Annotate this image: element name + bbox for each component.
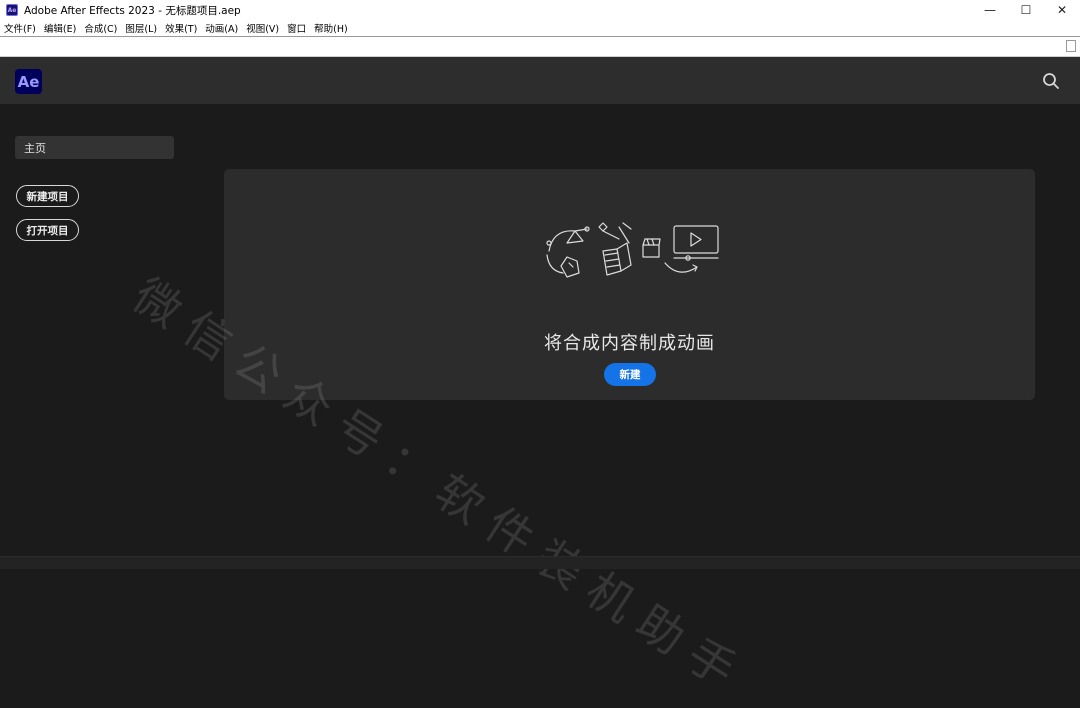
ae-logo: Ae: [15, 69, 42, 94]
close-button[interactable]: ✕: [1044, 0, 1080, 20]
start-panel: 将合成内容制成动画 新建: [224, 169, 1035, 400]
minimize-button[interactable]: —: [972, 0, 1008, 20]
open-project-button[interactable]: 打开项目: [16, 219, 79, 241]
menu-layer[interactable]: 图层(L): [125, 21, 157, 35]
menu-help[interactable]: 帮助(H): [314, 21, 348, 35]
toolbar-strip: [0, 37, 1080, 57]
window-title: Adobe After Effects 2023 - 无标题项目.aep: [24, 4, 241, 17]
menu-bar: 文件(F) 编辑(E) 合成(C) 图层(L) 效果(T) 动画(A) 视图(V…: [0, 20, 1080, 36]
menu-file[interactable]: 文件(F): [4, 21, 36, 35]
panel-heading: 将合成内容制成动画: [544, 333, 715, 354]
menu-effect[interactable]: 效果(T): [165, 21, 197, 35]
menu-animation[interactable]: 动画(A): [205, 21, 238, 35]
home-header: Ae: [0, 57, 1080, 104]
search-icon[interactable]: [1042, 72, 1060, 90]
toolbar-toggle[interactable]: [1066, 40, 1076, 52]
menu-window[interactable]: 窗口: [287, 21, 306, 35]
animation-illustration-icon: [546, 222, 719, 278]
after-effects-app-icon: Ae: [6, 4, 18, 16]
new-button[interactable]: 新建: [604, 363, 656, 386]
maximize-button[interactable]: ☐: [1008, 0, 1044, 20]
window-controls: — ☐ ✕: [972, 0, 1080, 20]
bottom-status-strip: [0, 556, 1080, 569]
menu-edit[interactable]: 编辑(E): [44, 21, 76, 35]
sidebar-item-home[interactable]: 主页: [15, 136, 174, 159]
new-project-button[interactable]: 新建项目: [16, 185, 79, 207]
menu-composition[interactable]: 合成(C): [84, 21, 117, 35]
menu-view[interactable]: 视图(V): [246, 21, 279, 35]
window-title-bar: Ae Adobe After Effects 2023 - 无标题项目.aep …: [0, 0, 1080, 20]
